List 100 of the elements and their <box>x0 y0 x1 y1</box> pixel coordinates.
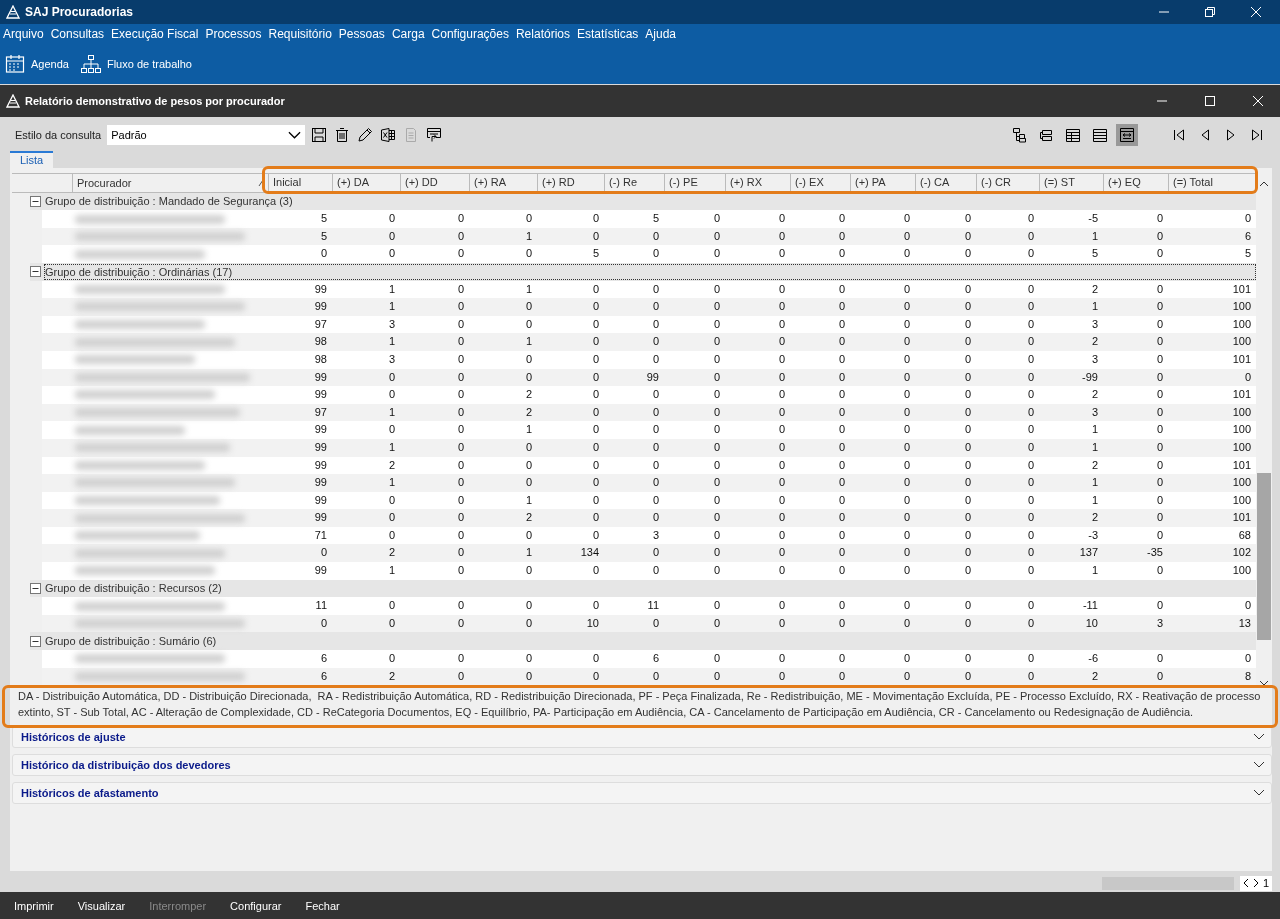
column-header[interactable]: (+) RD <box>537 173 604 192</box>
menu-item[interactable]: Carga <box>391 27 425 41</box>
menu-item[interactable]: Estatísticas <box>577 27 639 41</box>
hierarchy-icon <box>80 54 101 74</box>
table-cell-text: 0 <box>712 299 721 315</box>
column-header[interactable]: (+) PA <box>850 173 915 192</box>
menu-item[interactable]: Pessoas <box>338 27 385 41</box>
column-header[interactable]: (-) CA <box>915 173 976 192</box>
menu-item[interactable]: Arquivo <box>3 27 44 41</box>
table-cell-text: 0 <box>963 334 972 350</box>
group-header[interactable]: Grupo de distribuição : Ordinárias (17) <box>44 263 1256 280</box>
menu-item[interactable]: Ajuda <box>645 27 677 41</box>
column-header[interactable]: (+) EQ <box>1103 173 1168 192</box>
table-cell-text: 0 <box>1026 598 1035 614</box>
footer-button[interactable]: Imprimir <box>14 899 54 912</box>
toolbar-button[interactable]: Fluxo de trabalho <box>80 54 192 74</box>
table-cell-text: 1 <box>1090 299 1099 315</box>
column-header[interactable]: (-) CR <box>976 173 1039 192</box>
menu-item[interactable]: Requisitório <box>268 27 332 41</box>
menu-item[interactable]: Relatórios <box>515 27 570 41</box>
menu-item[interactable]: Processos <box>205 27 262 41</box>
table-cell-text: 0 <box>1155 211 1164 227</box>
table-cell-text: 0 <box>1026 422 1035 438</box>
pencil-icon[interactable] <box>357 126 374 143</box>
menu-item[interactable]: Configurações <box>431 27 509 41</box>
table-cell-text: 0 <box>777 369 786 385</box>
table-cell-text: 2 <box>1090 334 1099 350</box>
expander-icon[interactable] <box>30 195 41 207</box>
column-header[interactable]: (+) RA <box>469 173 537 192</box>
table-cell-text: 0 <box>1026 387 1035 403</box>
table-cell-text: 0 <box>1026 334 1035 350</box>
table-cell-text: 0 <box>456 299 465 315</box>
spreadsheet-icon[interactable] <box>380 126 397 143</box>
table-cell-text: 8 <box>1243 668 1252 684</box>
first-page-icon[interactable] <box>1172 127 1186 142</box>
next-icon[interactable] <box>1252 878 1259 889</box>
footer-button[interactable]: Configurar <box>230 899 282 912</box>
column-header[interactable]: Procurador <box>72 173 268 192</box>
table-cell-text: 0 <box>837 651 846 667</box>
table-cell-text: 0 <box>387 598 396 614</box>
table-cell-text: 0 <box>777 475 786 491</box>
query-style-dropdown[interactable]: Padrão <box>107 124 306 145</box>
table-cell-text: 0 <box>1155 316 1164 332</box>
export-icon[interactable] <box>426 126 443 143</box>
table-cell-text: 0 <box>777 316 786 332</box>
column-header[interactable]: (-) PE <box>664 173 725 192</box>
column-header[interactable]: (-) EX <box>790 173 850 192</box>
view-mode-icon[interactable] <box>1116 123 1138 146</box>
scroll-thumb[interactable] <box>1257 472 1271 640</box>
column-header[interactable]: (+) RX <box>725 173 790 192</box>
toolbar-button[interactable]: Agenda <box>5 54 69 74</box>
table-cell-text: 0 <box>1155 457 1164 473</box>
table-cell-text: 0 <box>1155 475 1164 491</box>
table-cell-text: 0 <box>837 563 846 579</box>
delete-icon[interactable] <box>334 126 351 143</box>
table-cell-text: 0 <box>651 351 660 367</box>
table-cell-text: 0 <box>1155 246 1164 262</box>
table-cell-text: 0 <box>1026 439 1035 455</box>
scroll-down-icon[interactable] <box>1259 679 1269 686</box>
scroll-up-icon[interactable] <box>1259 180 1269 187</box>
column-header[interactable]: (-) Re <box>604 173 664 192</box>
save-icon[interactable] <box>311 126 328 143</box>
table-cell-text: 0 <box>963 475 972 491</box>
table-cell-text: 0 <box>777 563 786 579</box>
last-page-icon[interactable] <box>1250 127 1264 142</box>
restore-icon[interactable] <box>1204 6 1216 18</box>
footer-button[interactable]: Fechar <box>305 899 340 912</box>
tab[interactable]: Lista <box>10 151 54 168</box>
column-header[interactable]: (+) DA <box>332 173 400 192</box>
column-header[interactable]: Inicial <box>268 173 332 192</box>
expander-icon[interactable] <box>30 582 41 594</box>
collapsible-section[interactable]: Históricos de afastamento <box>12 781 1272 804</box>
pager[interactable]: 1 <box>1239 875 1272 891</box>
table-cell-text: 0 <box>651 422 660 438</box>
table-cell-text: 0 <box>591 334 600 350</box>
column-header[interactable]: (+) DD <box>400 173 469 192</box>
column-header[interactable]: (=) ST <box>1039 173 1103 192</box>
close-icon[interactable] <box>1250 6 1262 18</box>
menu-item[interactable]: Consultas <box>50 27 105 41</box>
table-cell-text: 0 <box>963 281 972 297</box>
collapsible-section[interactable]: Histórico da distribuição dos devedores <box>12 753 1272 776</box>
table-cell-text: 0 <box>777 351 786 367</box>
table-cell-text: 11 <box>314 598 328 614</box>
table-cell-text: 101 <box>1231 281 1252 297</box>
table-cell-text: 3 <box>1090 316 1099 332</box>
table-cell-text: 5 <box>1243 246 1252 262</box>
column-header[interactable]: (=) Total <box>1168 173 1256 192</box>
table-cell-text: 3 <box>651 527 660 543</box>
menu-item[interactable]: Execução Fiscal <box>111 27 199 41</box>
close-icon[interactable] <box>1252 95 1264 107</box>
table-cell-text: 0 <box>524 457 533 473</box>
footer-button[interactable]: Visualizar <box>77 899 126 912</box>
maximize-icon[interactable] <box>1204 95 1216 107</box>
table-cell-text: 0 <box>651 439 660 455</box>
expander-icon[interactable] <box>30 266 41 278</box>
table-cell-text: 0 <box>777 281 786 297</box>
expander-icon[interactable] <box>30 635 41 647</box>
table-cell-text: 5 <box>319 228 328 244</box>
table-cell-text: 0 <box>1155 527 1164 543</box>
previous-icon[interactable] <box>1242 878 1249 889</box>
